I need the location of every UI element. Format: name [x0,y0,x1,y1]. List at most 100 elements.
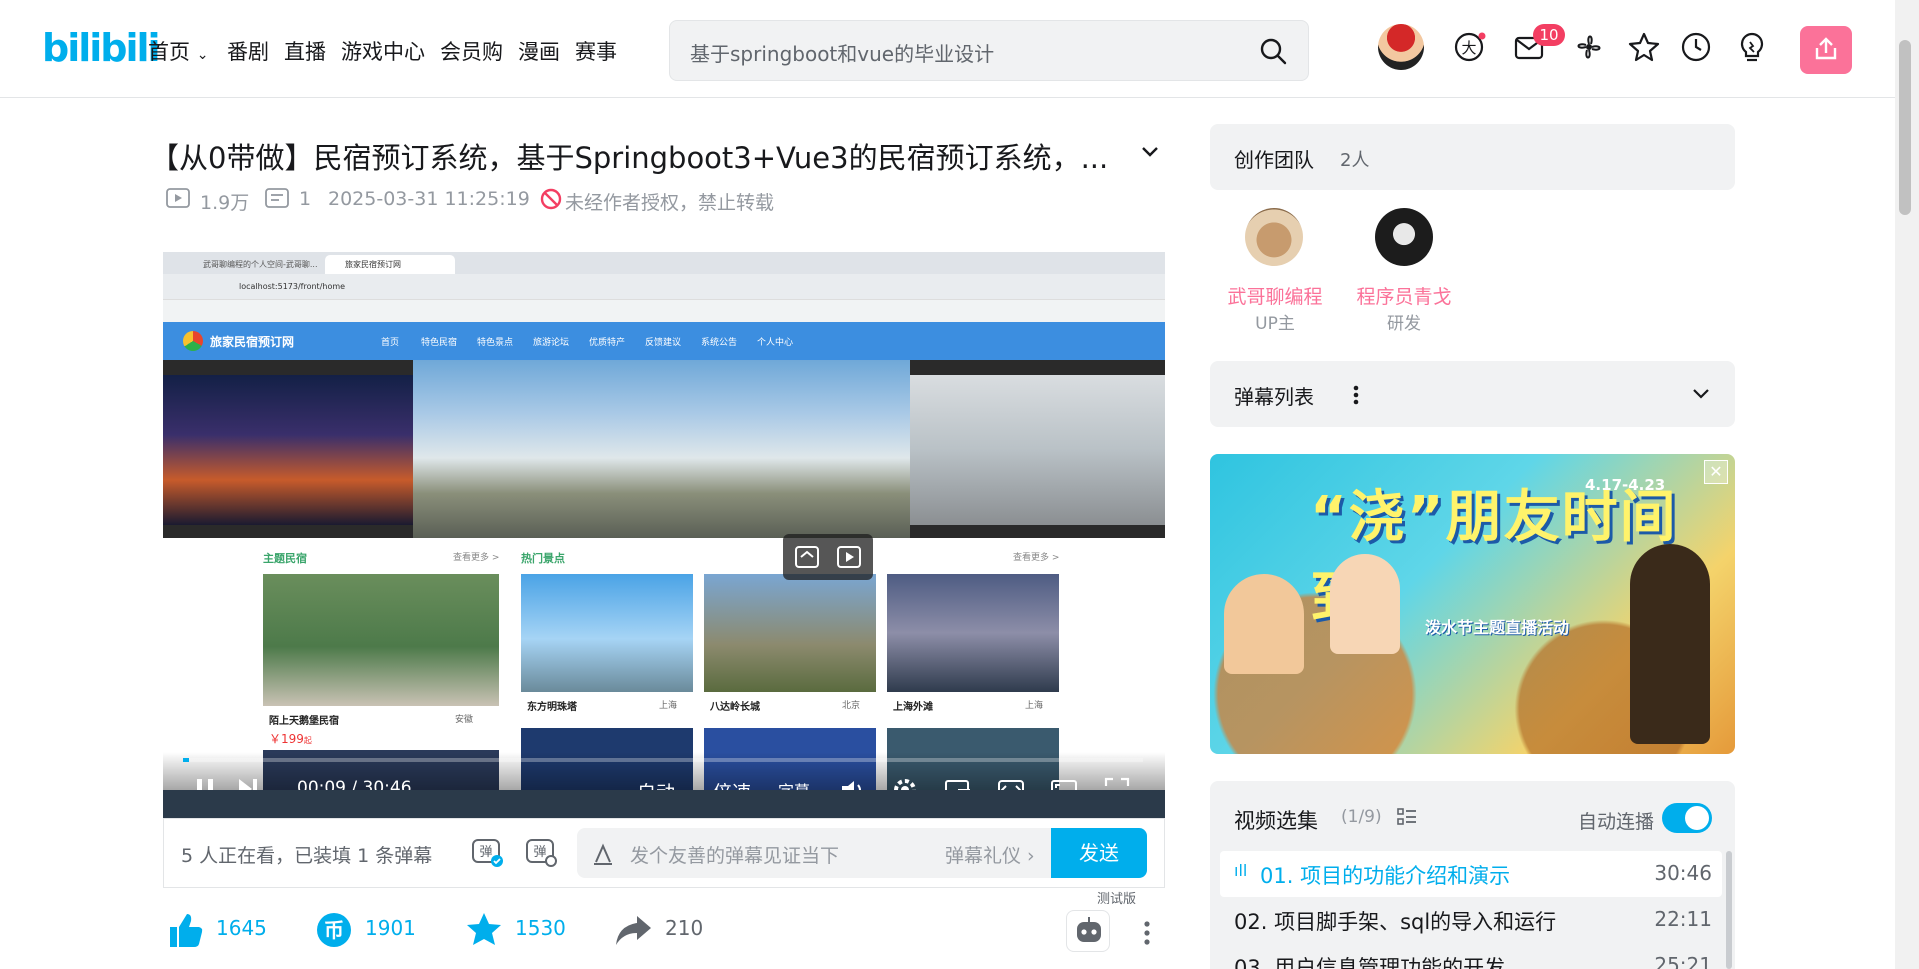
svg-text:币: 币 [324,918,344,942]
spot-card-image [521,574,693,692]
banner-image-villa [413,360,910,538]
favorite-icon[interactable] [464,910,504,950]
nav-home[interactable]: 首页 ⌄ [148,36,208,66]
member-name[interactable]: 武哥聊编程 [1225,282,1325,309]
recorded-nav-item: 首页 [381,338,400,348]
nav-game-center[interactable]: 游戏中心 [341,36,425,66]
list-view-icon[interactable] [1396,806,1418,828]
top-header: bilibili 首页 ⌄ 番剧 直播 游戏中心 会员购 漫画 赛事 基于spr… [0,0,1895,98]
recorded-site-header: 旅家民宿预订网 首页 特色民宿 特色景点 旅游论坛 优质特产 反馈建议 系统公告… [163,322,1165,360]
robot-icon [1077,917,1101,942]
recorded-nav-item: 系统公告 [701,338,738,348]
more-options-icon[interactable] [1136,918,1158,948]
clock-icon[interactable] [1679,30,1713,64]
upload-button[interactable] [1800,26,1852,74]
video-player[interactable]: 武哥聊编程的个人空间-武哥聊... 旅家民宿预订网 localhost:5173… [163,252,1165,818]
ad-banner[interactable]: “浇”朋友时间到 4.17-4.23 泼水节主题直播活动 ✕ [1210,454,1735,754]
playlist-scrollbar[interactable] [1726,851,1732,969]
member-avatar[interactable] [1245,208,1303,266]
spot-location: 上海 [659,701,678,711]
spot-name: 上海外滩 [893,702,933,713]
spot-card-image [887,574,1059,692]
search-box[interactable]: 基于springboot和vue的毕业设计 [669,20,1309,81]
progress-track[interactable] [183,758,1143,762]
recorded-browser-bar: 武哥聊编程的个人空间-武哥聊... 旅家民宿预订网 localhost:5173… [163,252,1165,322]
chevron-down-icon[interactable] [1690,382,1712,404]
danmaku-input[interactable]: 发个友善的弹幕见证当下 [630,841,839,868]
spot-location: 北京 [842,701,861,711]
like-count: 1645 [216,916,267,940]
nav-vip-shop[interactable]: 会员购 [440,36,503,66]
svg-text:弹: 弹 [533,845,546,860]
recorded-nav-item: 特色民宿 [421,338,458,348]
recorded-url: localhost:5173/front/home [239,282,346,291]
svg-text:弹: 弹 [479,845,492,860]
search-input[interactable]: 基于springboot和vue的毕业设计 [690,38,994,67]
send-danmaku-button[interactable]: 发送 [1051,828,1147,878]
expand-title-icon[interactable] [1138,140,1162,164]
bulb-icon[interactable] [1735,30,1769,64]
section-spots: 热门景点 [521,552,565,565]
like-icon[interactable] [165,910,205,950]
playlist-progress: (1/9) [1341,807,1382,827]
coin-count: 1901 [365,916,416,940]
recorded-nav-item: 旅游论坛 [533,338,570,348]
avatar[interactable] [1378,24,1424,70]
episode-title: 03. 用户信息管理功能的开发 [1234,956,1506,969]
view-count: 1.9万 [200,192,250,214]
da-icon[interactable]: 大 [1452,30,1486,64]
publish-date: 2025-03-31 11:25:19 [328,188,530,210]
share-count: 210 [665,916,704,940]
recorded-nav-item: 反馈建议 [645,338,682,348]
nav-live[interactable]: 直播 [284,36,326,66]
price-suffix: 起 [303,736,312,745]
banner-image-balcony [910,375,1165,525]
episode-title: 02. 项目脚手架、sql的导入和运行 [1234,910,1557,934]
member-avatar[interactable] [1375,208,1433,266]
share-icon[interactable] [613,912,653,948]
danmaku-list-title: 弹幕列表 [1234,385,1314,409]
homestay-name: 陌上天鹅堡民宿 [269,716,339,727]
playlist-item[interactable]: 02. 项目脚手架、sql的导入和运行 22:11 [1220,897,1722,943]
nav-esports[interactable]: 赛事 [575,36,617,66]
ad-subtitle: 泼水节主题直播活动 [1425,618,1570,637]
loop-icon[interactable] [793,544,821,570]
pip-icon[interactable] [835,544,863,570]
search-icon[interactable] [1258,36,1288,66]
section-homestays: 主题民宿 [263,552,307,565]
page-scrollbar-thumb[interactable] [1899,40,1911,215]
coin-icon[interactable]: 币 [315,911,353,949]
nav-manga[interactable]: 漫画 [518,36,560,66]
upload-icon [1815,37,1837,60]
recorded-nav-item: 个人中心 [757,338,794,348]
member-role: 研发 [1387,314,1421,334]
font-style-icon[interactable] [591,842,615,866]
banner-image-city [163,375,413,525]
nav-anime[interactable]: 番剧 [227,36,269,66]
ad-date-range: 4.17-4.23 [1585,476,1666,494]
fan-icon[interactable] [1572,30,1606,64]
danmaku-toggle-icon[interactable]: 弹 [470,836,504,868]
danmaku-list-more-icon[interactable] [1350,383,1362,407]
ai-assistant-button[interactable] [1066,910,1110,952]
playlist-item-active[interactable]: ıll 01. 项目的功能介绍和演示 30:46 [1220,851,1722,897]
recorded-nav-item: 特色景点 [477,338,514,348]
ad-person-left [1224,574,1304,674]
playlist-item[interactable]: 03. 用户信息管理功能的开发 25:21 [1220,943,1722,969]
danmaku-etiquette-link[interactable]: 弹幕礼仪 › [945,841,1035,868]
autoplay-toggle[interactable] [1662,803,1712,833]
recorded-nav-item: 优质特产 [589,338,626,348]
pip-controls[interactable] [783,534,873,580]
close-ad-icon[interactable]: ✕ [1704,460,1728,484]
bilibili-logo[interactable]: bilibili [42,26,161,70]
message-count-badge: 10 [1533,24,1565,46]
danmaku-settings-icon[interactable]: 弹 [524,836,558,868]
playing-icon: ıll [1234,861,1248,880]
danmaku-list-panel[interactable]: 弹幕列表 [1210,361,1735,427]
star-icon[interactable] [1627,30,1661,64]
team-count: 2人 [1340,150,1370,171]
spot-card-image [704,574,876,692]
beta-label: 测试版 [1097,892,1137,907]
favorite-count: 1530 [515,916,566,940]
member-name[interactable]: 程序员青戈 [1354,282,1454,309]
